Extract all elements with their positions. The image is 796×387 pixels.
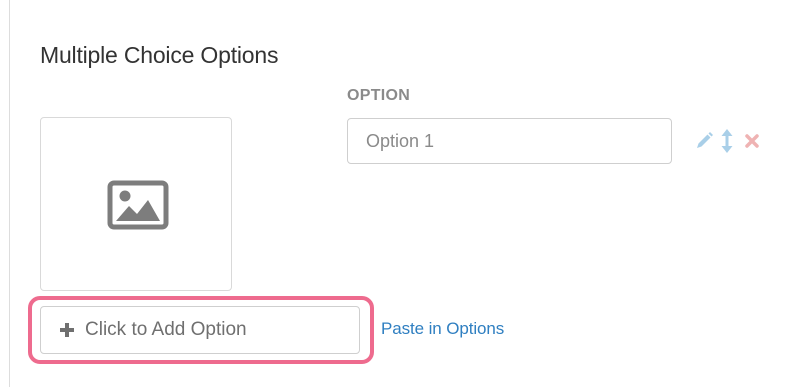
move-vertical-icon[interactable] bbox=[720, 128, 734, 154]
option-1-input[interactable] bbox=[347, 118, 672, 164]
question-options-panel: Multiple Choice Options OPTION Option 1 … bbox=[0, 0, 796, 387]
pencil-icon[interactable] bbox=[694, 131, 714, 151]
image-icon bbox=[107, 180, 169, 230]
option-1-actions bbox=[694, 128, 760, 154]
section-title: Multiple Choice Options bbox=[40, 42, 279, 68]
paste-in-options-link[interactable]: Paste in Options bbox=[381, 319, 504, 339]
close-icon[interactable] bbox=[744, 133, 760, 149]
plus-icon bbox=[59, 322, 75, 338]
add-option-button[interactable]: Click to Add Option bbox=[40, 306, 360, 354]
option-image-upload[interactable] bbox=[40, 117, 232, 291]
panel-left-border bbox=[9, 0, 10, 387]
add-option-label: Click to Add Option bbox=[85, 319, 247, 340]
option-column-header: OPTION bbox=[347, 87, 411, 104]
